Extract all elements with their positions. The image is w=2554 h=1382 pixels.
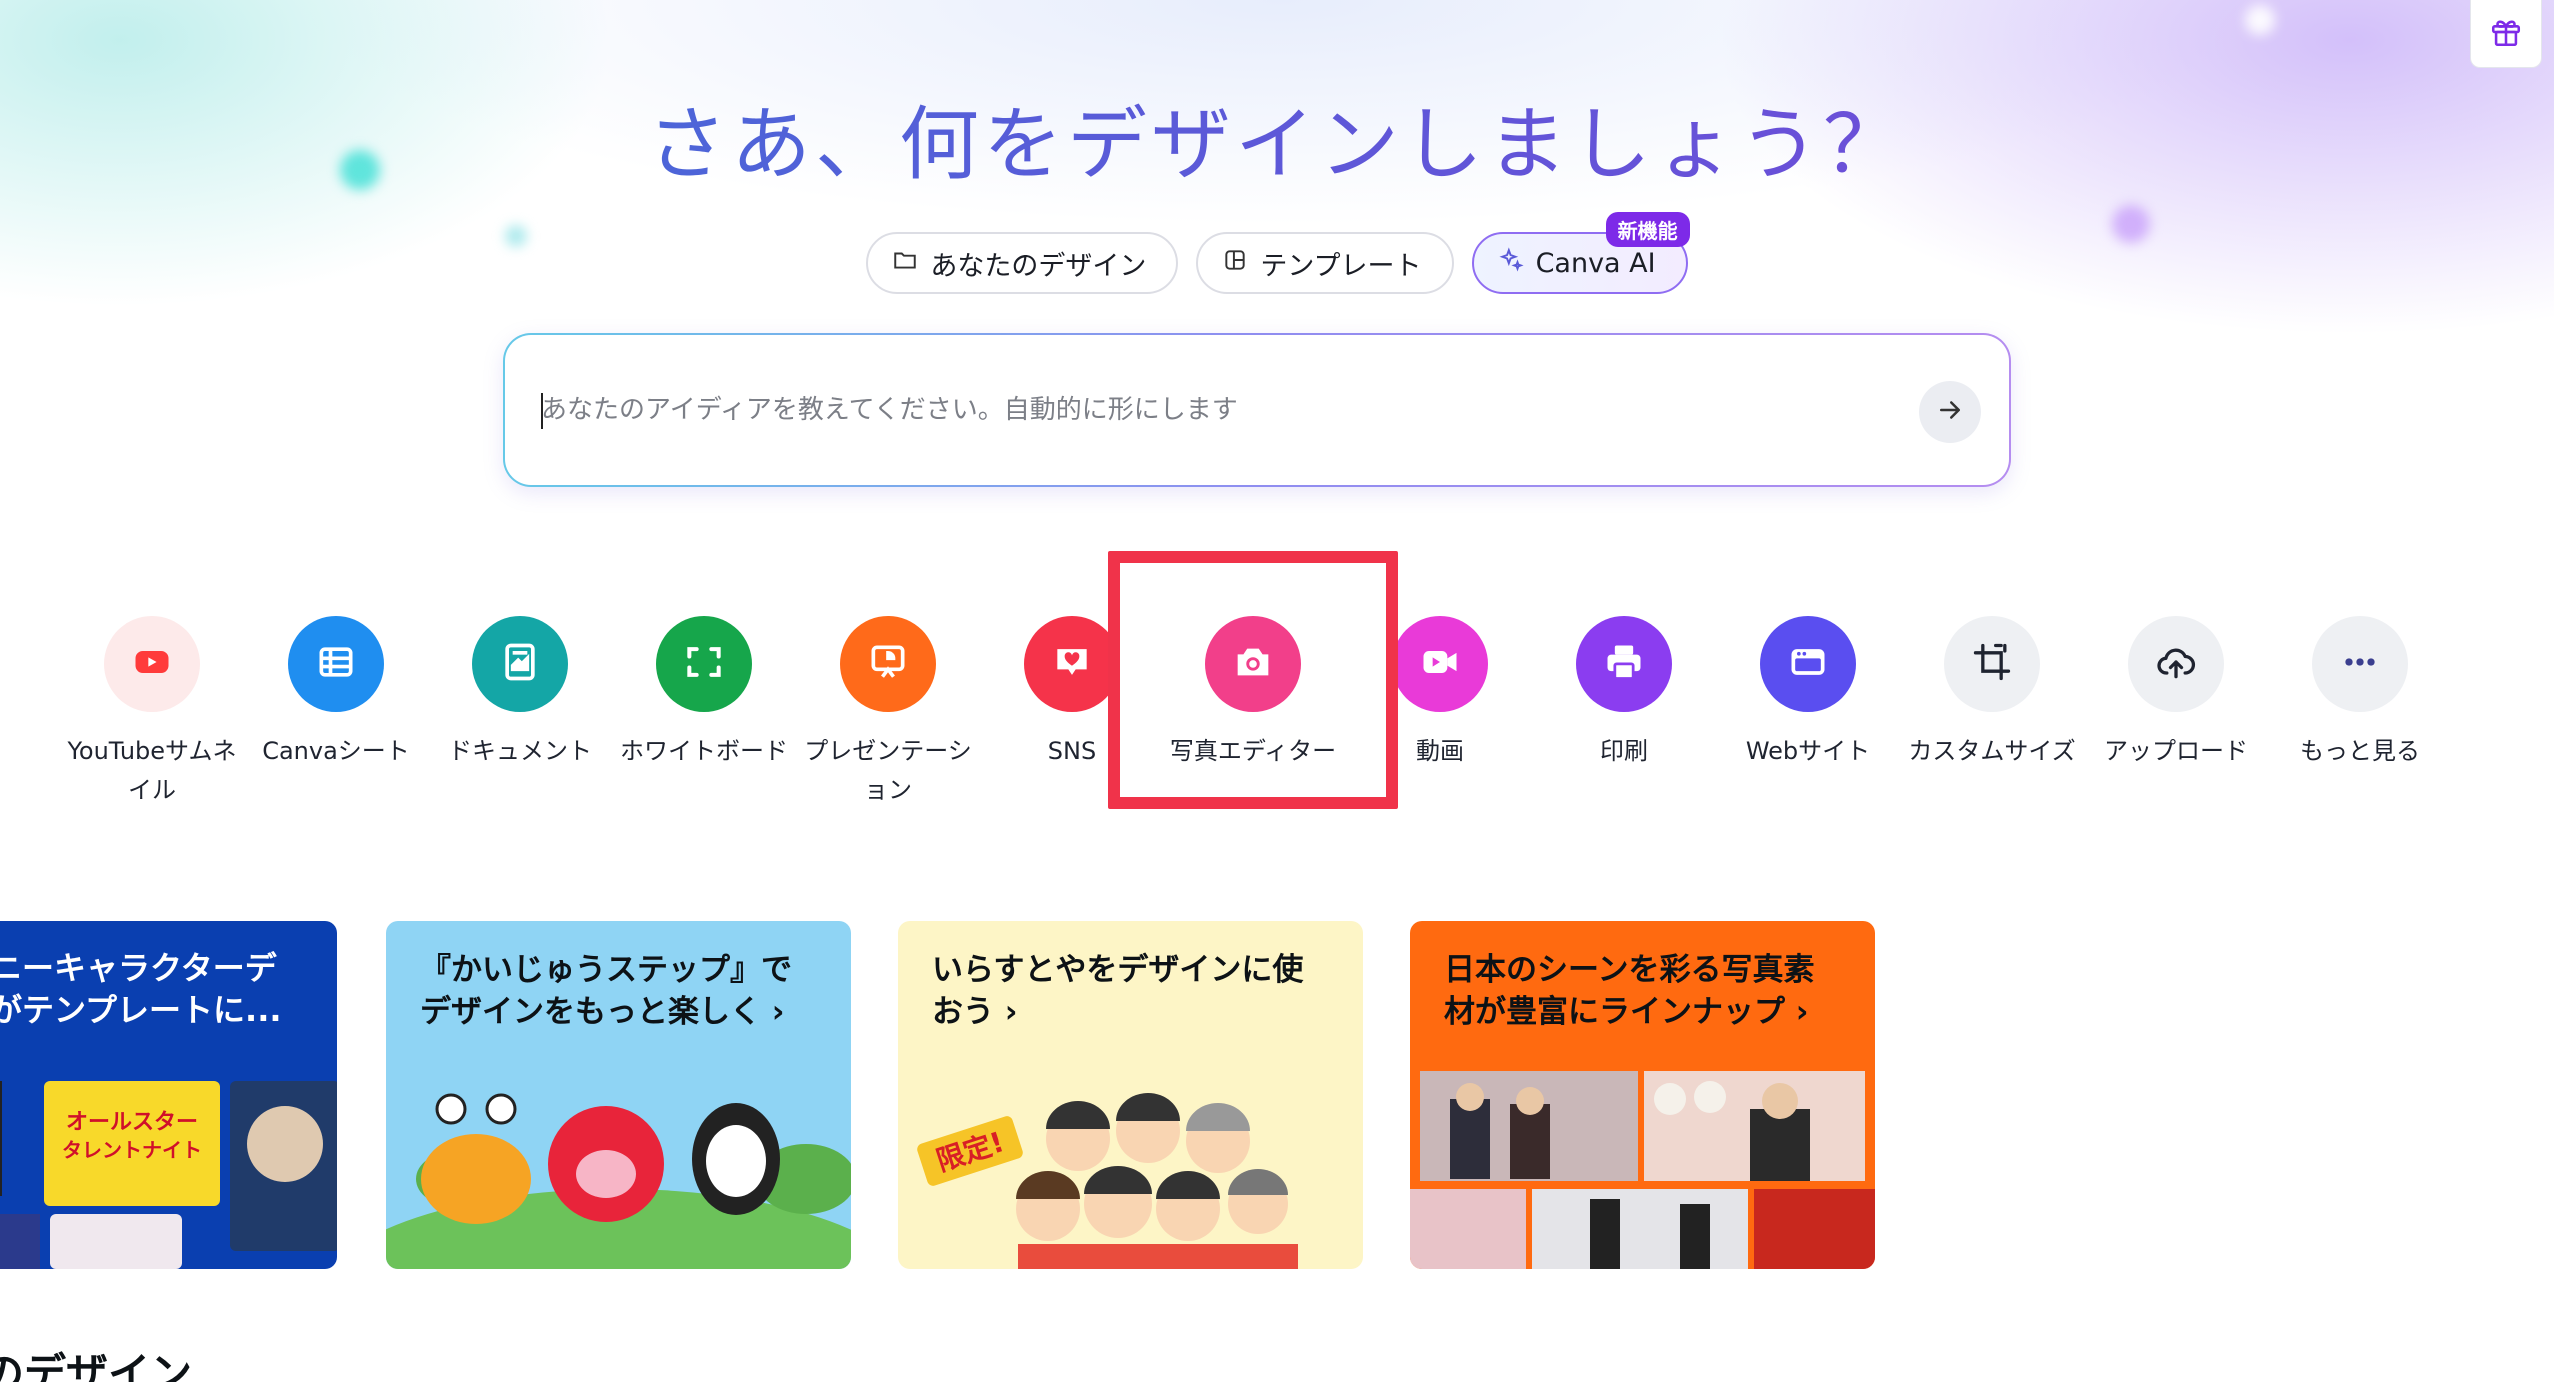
design-type-label: Canvaシート: [262, 737, 410, 765]
gift-button[interactable]: [2470, 0, 2542, 68]
promo-card-irasutoya[interactable]: いらすとやをデザインに使 おう › 限定!: [898, 921, 1363, 1269]
section-title-your-designs: のデザイン: [0, 1349, 193, 1382]
promo-card-disney[interactable]: ニーキャラクターデ がテンプレートに... オールスター タレントナイト: [0, 921, 337, 1269]
design-type-custom-size[interactable]: カスタムサイズ: [1900, 616, 2084, 810]
more-icon: [2338, 640, 2382, 688]
design-type-label: YouTubeサムネイル: [67, 737, 237, 804]
design-type-canva-sheet[interactable]: Canvaシート: [244, 616, 428, 810]
design-type-youtube-thumbnail[interactable]: YouTubeサムネイル: [60, 616, 244, 810]
promo-card-japan-photos[interactable]: 日本のシーンを彩る写真素 材が豊富にラインナップ ›: [1410, 921, 1875, 1269]
ai-prompt-input[interactable]: [541, 385, 1841, 435]
design-type-icon-circle: [1205, 616, 1301, 712]
design-type-label: 印刷: [1600, 737, 1648, 765]
design-type-icon-circle: [656, 616, 752, 712]
promo-card-title: 『かいじゅうステップ』で デザインをもっと楽しく ›: [420, 952, 792, 1030]
heart-icon: [1050, 640, 1094, 688]
tab-label: あなたのデザイン: [930, 250, 1147, 282]
sparkle-decoration: [2245, 5, 2275, 35]
camera-icon: [1230, 639, 1276, 689]
document-icon: [498, 640, 542, 688]
promo-card-art: [386, 1069, 851, 1269]
design-type-label: Webサイト: [1745, 737, 1871, 765]
page-headline: さあ、何をデザインしましょう？: [0, 80, 2554, 196]
canva-home-page: さあ、何をデザインしましょう？ あなたのデザイン テンプレート Canva AI…: [0, 0, 2554, 1382]
arrow-right-icon: [1935, 395, 1965, 429]
design-type-photo-editor[interactable]: 写真エディター: [1120, 616, 1386, 771]
design-type-icon-circle: [2312, 616, 2408, 712]
tab-label: テンプレート: [1260, 250, 1422, 282]
printer-icon: [1602, 640, 1646, 688]
design-type-icon-circle: [1024, 616, 1120, 712]
promo-card-kaiju-step[interactable]: 『かいじゅうステップ』で デザインをもっと楽しく ›: [386, 921, 851, 1269]
tab-canva-ai[interactable]: Canva AI 新機能: [1471, 212, 1690, 294]
design-type-icon-circle: [1944, 616, 2040, 712]
design-type-more[interactable]: もっと見る: [2268, 616, 2452, 810]
promo-card-title: ニーキャラクターデ がテンプレートに...: [0, 949, 282, 1029]
sheet-icon: [314, 640, 358, 688]
design-type-label: 写真エディター: [1169, 737, 1337, 765]
design-type-label: アップロード: [2104, 737, 2248, 765]
presentation-icon: [866, 640, 910, 688]
svg-text:オールスター: オールスター: [66, 1110, 198, 1135]
upload-cloud-icon: [2154, 640, 2198, 688]
design-type-icon-circle: [472, 616, 568, 712]
submit-button[interactable]: [1919, 381, 1981, 443]
tab-templates[interactable]: テンプレート: [1196, 232, 1454, 294]
promo-card-title: いらすとやをデザインに使 おう ›: [932, 952, 1304, 1030]
tab-label: Canva AI: [1535, 247, 1656, 279]
design-type-icon-circle: [2128, 616, 2224, 712]
design-type-label: もっと見る: [2300, 737, 2420, 765]
design-type-upload[interactable]: アップロード: [2084, 616, 2268, 810]
promo-card-art: オールスター タレントナイト: [0, 1069, 337, 1269]
design-type-icon-circle: [288, 616, 384, 712]
design-type-website[interactable]: Webサイト: [1716, 616, 1900, 810]
mode-tabs: あなたのデザイン テンプレート Canva AI 新機能: [0, 212, 2554, 294]
design-type-label: カスタムサイズ: [1908, 737, 2076, 765]
design-type-icon-circle: [1760, 616, 1856, 712]
promo-card-title: 日本のシーンを彩る写真素 材が豊富にラインナップ ›: [1444, 952, 1815, 1030]
design-type-whiteboard[interactable]: ホワイトボード: [612, 616, 796, 810]
design-type-presentation[interactable]: プレゼンテーション: [796, 616, 980, 810]
ai-prompt-box: [503, 333, 2011, 487]
design-type-document[interactable]: ドキュメント: [428, 616, 612, 810]
folder-icon: [892, 247, 918, 280]
website-icon: [1786, 640, 1830, 688]
design-type-label: プレゼンテーション: [804, 737, 972, 804]
template-icon: [1222, 247, 1248, 280]
video-icon: [1418, 640, 1462, 688]
sparkle-icon: [1498, 246, 1524, 280]
whiteboard-icon: [682, 640, 726, 688]
design-type-print[interactable]: 印刷: [1532, 616, 1716, 810]
tab-your-designs[interactable]: あなたのデザイン: [866, 232, 1179, 294]
design-type-icon-circle: [104, 616, 200, 712]
new-feature-badge: 新機能: [1605, 212, 1690, 247]
resize-icon: [1970, 640, 2014, 688]
design-type-label: ドキュメント: [448, 737, 592, 765]
design-type-icon-circle: [840, 616, 936, 712]
design-type-icon-circle: [1392, 616, 1488, 712]
design-type-icon-circle: [1576, 616, 1672, 712]
design-type-label: ホワイトボード: [620, 737, 788, 765]
promo-card-art: [1410, 1069, 1875, 1269]
highlight-annotation-box: 写真エディター: [1108, 551, 1398, 809]
gift-icon: [2489, 15, 2523, 53]
youtube-icon: [130, 640, 174, 688]
svg-text:タレントナイト: タレントナイト: [62, 1138, 202, 1162]
promo-card-art: 限定!: [898, 1069, 1363, 1269]
